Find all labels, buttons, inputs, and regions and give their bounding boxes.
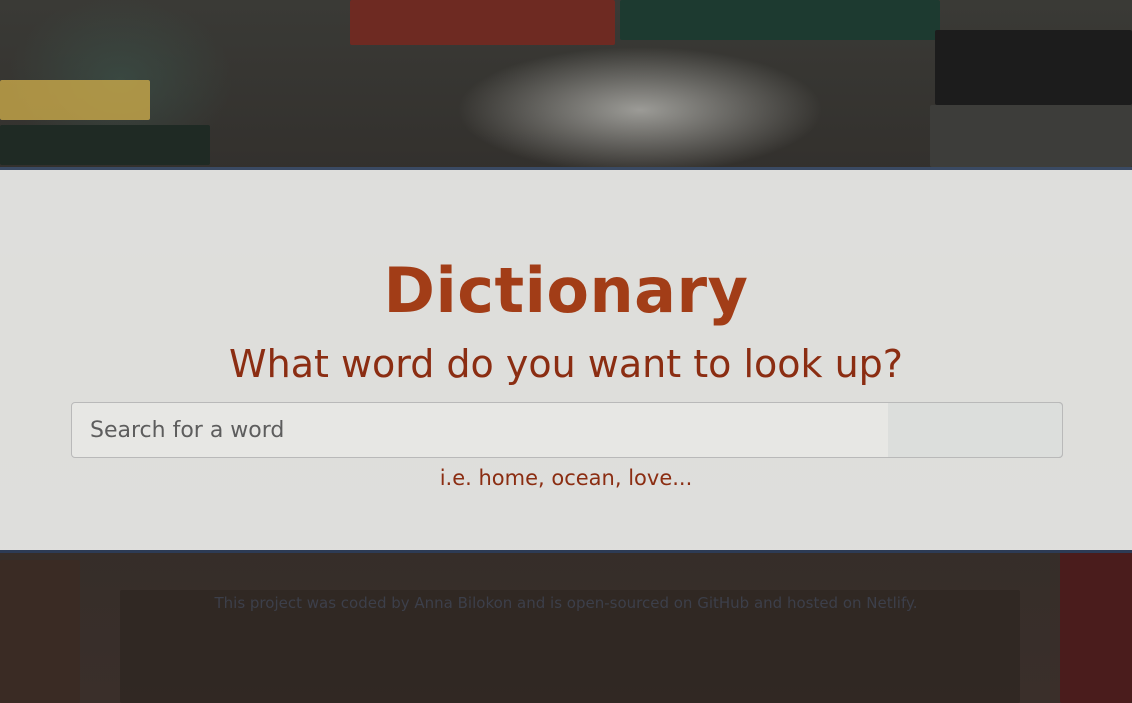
title-text: Dictionary xyxy=(383,254,749,327)
github-link[interactable]: open-sourced on GitHub xyxy=(567,594,749,612)
author-link[interactable]: Anna Bilokon xyxy=(414,594,512,612)
netlify-link[interactable]: Netlify xyxy=(866,594,912,612)
footer-prefix: This project was coded by xyxy=(214,594,415,612)
search-panel: Dictionary What word do you want to look… xyxy=(0,167,1132,553)
footer: This project was coded by Anna Bilokon a… xyxy=(0,594,1132,612)
book-shape xyxy=(350,0,615,45)
page-subtitle: What word do you want to look up? xyxy=(229,342,903,386)
footer-middle: and is xyxy=(512,594,567,612)
book-shape xyxy=(0,560,80,703)
footer-suffix: . xyxy=(912,594,918,612)
page-title: Dictionary xyxy=(0,254,1132,327)
book-shape xyxy=(935,30,1132,105)
footer-middle2: and hosted on xyxy=(749,594,867,612)
page: Dictionary What word do you want to look… xyxy=(0,0,1132,703)
book-shape xyxy=(930,105,1132,167)
search-form xyxy=(71,402,1063,458)
search-button[interactable] xyxy=(888,402,1063,458)
book-shape xyxy=(0,80,150,120)
search-hint: i.e. home, ocean, love... xyxy=(439,466,693,490)
book-shape xyxy=(0,125,210,165)
book-shape xyxy=(620,0,940,40)
book-shape xyxy=(1060,550,1132,703)
